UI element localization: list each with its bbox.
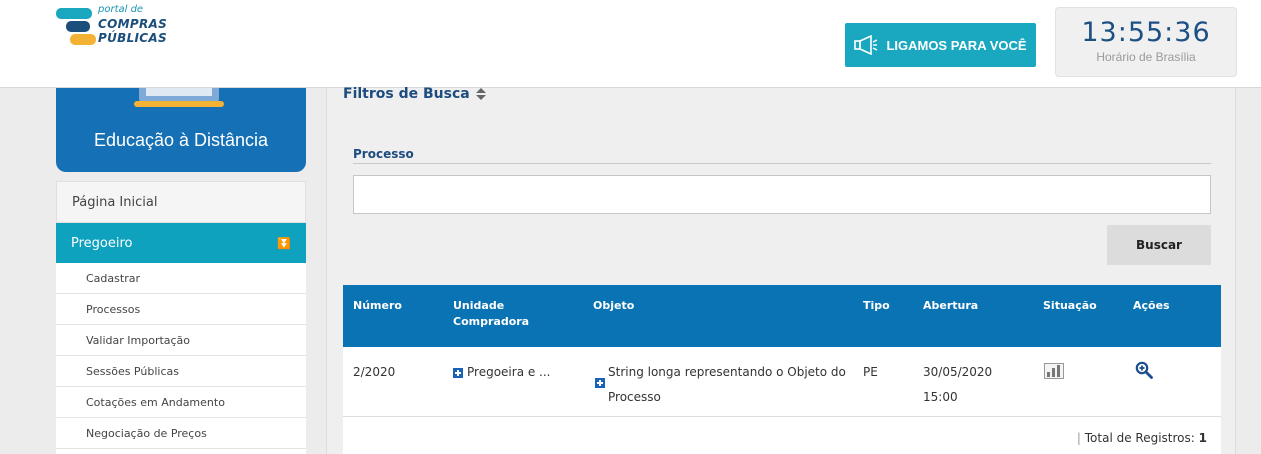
table-row: 2/2020 Pregoeira e ... String longa repr… <box>343 347 1221 417</box>
logo-text-small: portal de <box>98 4 144 15</box>
cell-tipo: PE <box>863 365 878 379</box>
cell-unidade-text: Pregoeira e ... <box>467 365 551 379</box>
education-card-title: Educação à Distância <box>93 130 269 150</box>
total-label: Total de Registros: <box>1084 431 1195 445</box>
sidebar-menu: Página Inicial Pregoeiro ⏬ Cadastrar Pro… <box>56 181 306 454</box>
expand-plus-icon[interactable] <box>453 367 463 378</box>
laptop-illustration-icon <box>134 88 224 107</box>
logo-text-publicas: PÚBLICAS <box>98 31 167 45</box>
portal-logo[interactable]: portal de COMPRAS PÚBLICAS <box>56 4 186 48</box>
col-abertura[interactable]: Abertura <box>923 298 978 314</box>
sidebar-item-processos[interactable]: Processos <box>56 294 306 325</box>
top-header: portal de COMPRAS PÚBLICAS LIGAMOS PARA … <box>0 0 1261 88</box>
clock-label: Horário de Brasília <box>1096 50 1196 64</box>
filters-toggle[interactable]: Filtros de Busca <box>343 86 486 102</box>
megaphone-icon <box>854 35 878 55</box>
total-value: 1 <box>1198 431 1207 445</box>
sidebar-item-home[interactable]: Página Inicial <box>56 181 306 223</box>
col-objeto[interactable]: Objeto <box>593 298 634 314</box>
logo-text-compras: COMPRAS <box>98 17 168 31</box>
chevron-double-down-icon: ⏬ <box>277 236 291 250</box>
status-chart-icon[interactable] <box>1044 363 1064 379</box>
sidebar-item-cotacoes[interactable]: Cotações em Andamento <box>56 387 306 418</box>
sidebar-item-validar-importacao[interactable]: Validar Importação <box>56 325 306 356</box>
brasilia-clock: 13:55:36 Horário de Brasília <box>1055 7 1237 77</box>
process-input[interactable] <box>353 175 1211 214</box>
process-label: Processo <box>353 147 1211 164</box>
filters-title: Filtros de Busca <box>343 86 470 102</box>
cell-unidade: Pregoeira e ... <box>453 360 551 385</box>
table-header: Número Unidade Compradora Objeto Tipo Ab… <box>343 285 1221 347</box>
col-tipo[interactable]: Tipo <box>863 298 890 314</box>
cell-numero: 2/2020 <box>353 365 396 379</box>
call-me-label: LIGAMOS PARA VOCÊ <box>886 37 1027 53</box>
cell-abertura: 30/05/2020 15:00 <box>923 360 992 410</box>
main-content: Filtros de Busca Processo Buscar Número … <box>326 86 1236 454</box>
cell-objeto: String longa representando o Objeto do P… <box>608 365 846 404</box>
zoom-icon[interactable] <box>1135 361 1153 379</box>
sort-icon <box>475 87 486 101</box>
cell-abertura-time: 15:00 <box>923 390 958 404</box>
education-card[interactable]: Educação à Distância <box>56 88 306 172</box>
total-records: | Total de Registros: 1 <box>1076 431 1207 445</box>
sidebar-item-cadastrar[interactable]: Cadastrar <box>56 263 306 294</box>
sidebar-item-sessoes-publicas[interactable]: Sessões Públicas <box>56 356 306 387</box>
results-table: Número Unidade Compradora Objeto Tipo Ab… <box>343 285 1221 454</box>
sidebar-section-pregoeiro[interactable]: Pregoeiro ⏬ <box>56 223 306 263</box>
col-situacao[interactable]: Situação <box>1043 298 1097 314</box>
col-acoes: Ações <box>1133 299 1170 312</box>
clock-time: 13:55:36 <box>1081 17 1211 48</box>
call-me-button[interactable]: LIGAMOS PARA VOCÊ <box>845 23 1036 67</box>
expand-plus-icon[interactable] <box>595 378 605 388</box>
sidebar-section-label: Pregoeiro <box>71 235 133 251</box>
col-unidade[interactable]: Unidade Compradora <box>453 298 553 330</box>
sidebar-item-negociacao[interactable]: Negociação de Preços <box>56 418 306 449</box>
cell-abertura-date: 30/05/2020 <box>923 365 993 379</box>
col-numero[interactable]: Número <box>353 298 402 314</box>
logo-mark-icon <box>56 8 96 45</box>
search-button[interactable]: Buscar <box>1107 225 1211 265</box>
